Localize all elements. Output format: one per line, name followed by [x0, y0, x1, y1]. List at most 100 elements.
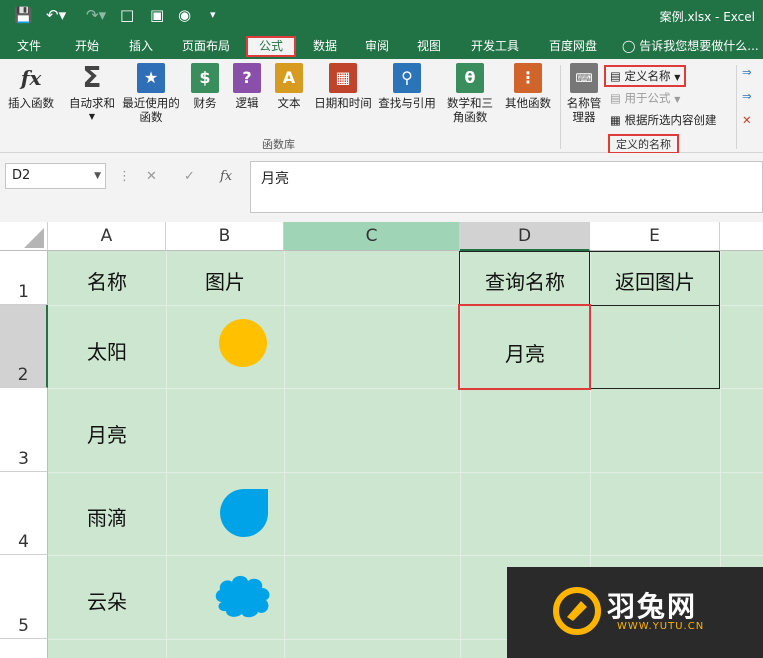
- tell-me-box[interactable]: ◯ 告诉我您想要做什么...: [622, 36, 763, 57]
- formula-value: 月亮: [261, 171, 289, 187]
- column-header-e[interactable]: E: [590, 222, 720, 251]
- cloud-image[interactable]: [212, 572, 274, 620]
- search-book-icon: ⚲: [393, 63, 421, 93]
- formula-input[interactable]: 月亮: [250, 161, 763, 213]
- tab-page-layout[interactable]: 页面布局: [174, 36, 238, 57]
- insert-function-button[interactable]: fx 插入函数: [4, 63, 58, 110]
- cell-a1[interactable]: 名称: [48, 266, 166, 295]
- redo-icon[interactable]: ↷▾: [86, 6, 106, 24]
- undo-icon[interactable]: ↶▾: [46, 6, 66, 24]
- brand-url: WWW.YUTU.CN: [617, 621, 705, 632]
- tab-view[interactable]: 视图: [408, 36, 450, 57]
- column-header-f[interactable]: [720, 222, 763, 251]
- name-manager-button[interactable]: ⌨ 名称管理器: [564, 63, 604, 124]
- row-header-4[interactable]: 4: [0, 472, 48, 555]
- tab-insert[interactable]: 插入: [118, 36, 164, 57]
- row-header-2[interactable]: 2: [0, 305, 48, 388]
- tab-formulas[interactable]: 公式: [246, 36, 296, 57]
- financial-button[interactable]: $ 财务: [188, 63, 222, 110]
- chevron-down-icon[interactable]: ▼: [94, 164, 101, 188]
- camera-icon[interactable]: ◉: [178, 6, 191, 24]
- gridline: [48, 472, 763, 473]
- use-in-formula-label: 用于公式: [624, 91, 671, 105]
- tell-me-text: 告诉我您想要做什么...: [639, 39, 759, 53]
- group-divider: [560, 65, 561, 149]
- tab-developer[interactable]: 开发工具: [462, 36, 528, 57]
- more-functions-button[interactable]: ⋮ 其他函数: [502, 63, 554, 110]
- name-box[interactable]: D2 ▼: [5, 163, 106, 189]
- raindrop-image[interactable]: [218, 488, 270, 540]
- insert-function-label: 插入函数: [8, 96, 54, 110]
- picture-icon[interactable]: ▣: [150, 6, 164, 24]
- create-from-selection-label: 根据所选内容创建: [624, 113, 717, 127]
- tab-home[interactable]: 开始: [64, 36, 110, 57]
- chevron-down-icon: ▼: [674, 95, 681, 104]
- enter-icon[interactable]: ✓: [184, 169, 195, 184]
- row-number: 2: [17, 365, 29, 385]
- save-icon[interactable]: 💾: [14, 6, 33, 24]
- logical-label: 逻辑: [235, 96, 259, 110]
- returned-moon-image[interactable]: [634, 323, 682, 371]
- row-number: 1: [18, 282, 29, 302]
- brand-name: 羽兔网: [607, 590, 698, 623]
- recent-functions-button[interactable]: ★ 最近使用的函数: [122, 63, 180, 124]
- watermark: 羽兔网 WWW.YUTU.CN: [507, 567, 763, 658]
- cell-a2[interactable]: 太阳: [48, 336, 166, 365]
- tab-review[interactable]: 审阅: [356, 36, 398, 57]
- remove-arrows-icon[interactable]: ✕: [742, 113, 752, 127]
- cell-a5[interactable]: 云朵: [48, 586, 166, 615]
- math-trig-button[interactable]: θ 数学和三角函数: [442, 63, 498, 124]
- autosum-label: 自动求和: [69, 96, 115, 110]
- formula-bar: D2 ▼ ⋮ ✕ ✓ fx 月亮: [0, 153, 763, 222]
- insert-function-icon[interactable]: fx: [220, 169, 232, 184]
- sun-image[interactable]: [218, 318, 268, 368]
- customize-qat-icon[interactable]: ▾: [210, 6, 216, 24]
- window-title: 案例.xlsx - Excel: [659, 10, 755, 24]
- define-name-label: 定义名称: [624, 69, 671, 83]
- trace-dependents-icon[interactable]: ⇒: [742, 89, 752, 103]
- create-from-selection-button[interactable]: ▦ 根据所选内容创建: [610, 112, 717, 128]
- row-header-5[interactable]: 5: [0, 555, 48, 639]
- cell-d1[interactable]: 查询名称: [460, 266, 590, 295]
- column-header-a[interactable]: A: [48, 222, 166, 251]
- define-name-button[interactable]: ▤ 定义名称 ▼: [604, 65, 687, 87]
- group-label-function-library: 函数库: [262, 138, 295, 151]
- group-label-defined-names: 定义的名称: [608, 134, 679, 154]
- row-header-1[interactable]: 1: [0, 251, 48, 305]
- column-header-b[interactable]: B: [166, 222, 284, 251]
- column-header-c[interactable]: C: [284, 222, 460, 251]
- more-book-icon: ⋮: [514, 63, 542, 93]
- date-time-button[interactable]: ▦ 日期和时间: [310, 63, 376, 110]
- select-all-corner[interactable]: [0, 222, 48, 251]
- text-button[interactable]: A 文本: [272, 63, 306, 110]
- gridline: [166, 251, 167, 658]
- ribbon: fx 插入函数 Σ 自动求和 ▼ ★ 最近使用的函数 $ 财务 ? 逻辑 A 文…: [0, 59, 763, 154]
- moon-image[interactable]: [220, 412, 266, 458]
- row-number: 3: [18, 449, 29, 469]
- chevron-down-icon: ▼: [674, 73, 681, 82]
- column-header-d[interactable]: D: [460, 222, 590, 251]
- logical-button[interactable]: ? 逻辑: [230, 63, 264, 110]
- cell-e1[interactable]: 返回图片: [590, 266, 720, 295]
- cancel-icon[interactable]: ✕: [146, 169, 157, 184]
- lookup-reference-button[interactable]: ⚲ 查找与引用: [376, 63, 438, 110]
- cell-b1[interactable]: 图片: [166, 266, 284, 295]
- cell-a4[interactable]: 雨滴: [48, 502, 166, 531]
- screenshot-icon[interactable]: □: [120, 6, 134, 24]
- ribbon-tabs: 文件 开始 插入 页面布局 公式 数据 审阅 视图 开发工具 百度网盘 ◯ 告诉…: [0, 32, 763, 59]
- tab-baidu-netdisk[interactable]: 百度网盘: [540, 36, 606, 57]
- use-in-formula-button[interactable]: ▤ 用于公式 ▼: [610, 90, 680, 106]
- text-book-icon: A: [275, 63, 303, 93]
- cell-a3[interactable]: 月亮: [48, 419, 166, 448]
- trace-precedents-icon[interactable]: ⇒: [742, 65, 752, 79]
- sigma-icon: Σ: [82, 61, 102, 94]
- row-header-3[interactable]: 3: [0, 388, 48, 472]
- more-functions-label: 其他函数: [505, 96, 551, 110]
- row-header-6[interactable]: [0, 639, 48, 658]
- autosum-button[interactable]: Σ 自动求和 ▼: [64, 63, 120, 124]
- theta-book-icon: θ: [456, 63, 484, 93]
- tab-file[interactable]: 文件: [6, 36, 52, 57]
- tab-data[interactable]: 数据: [304, 36, 346, 57]
- fx-icon: fx: [20, 66, 42, 90]
- text-label: 文本: [277, 96, 301, 110]
